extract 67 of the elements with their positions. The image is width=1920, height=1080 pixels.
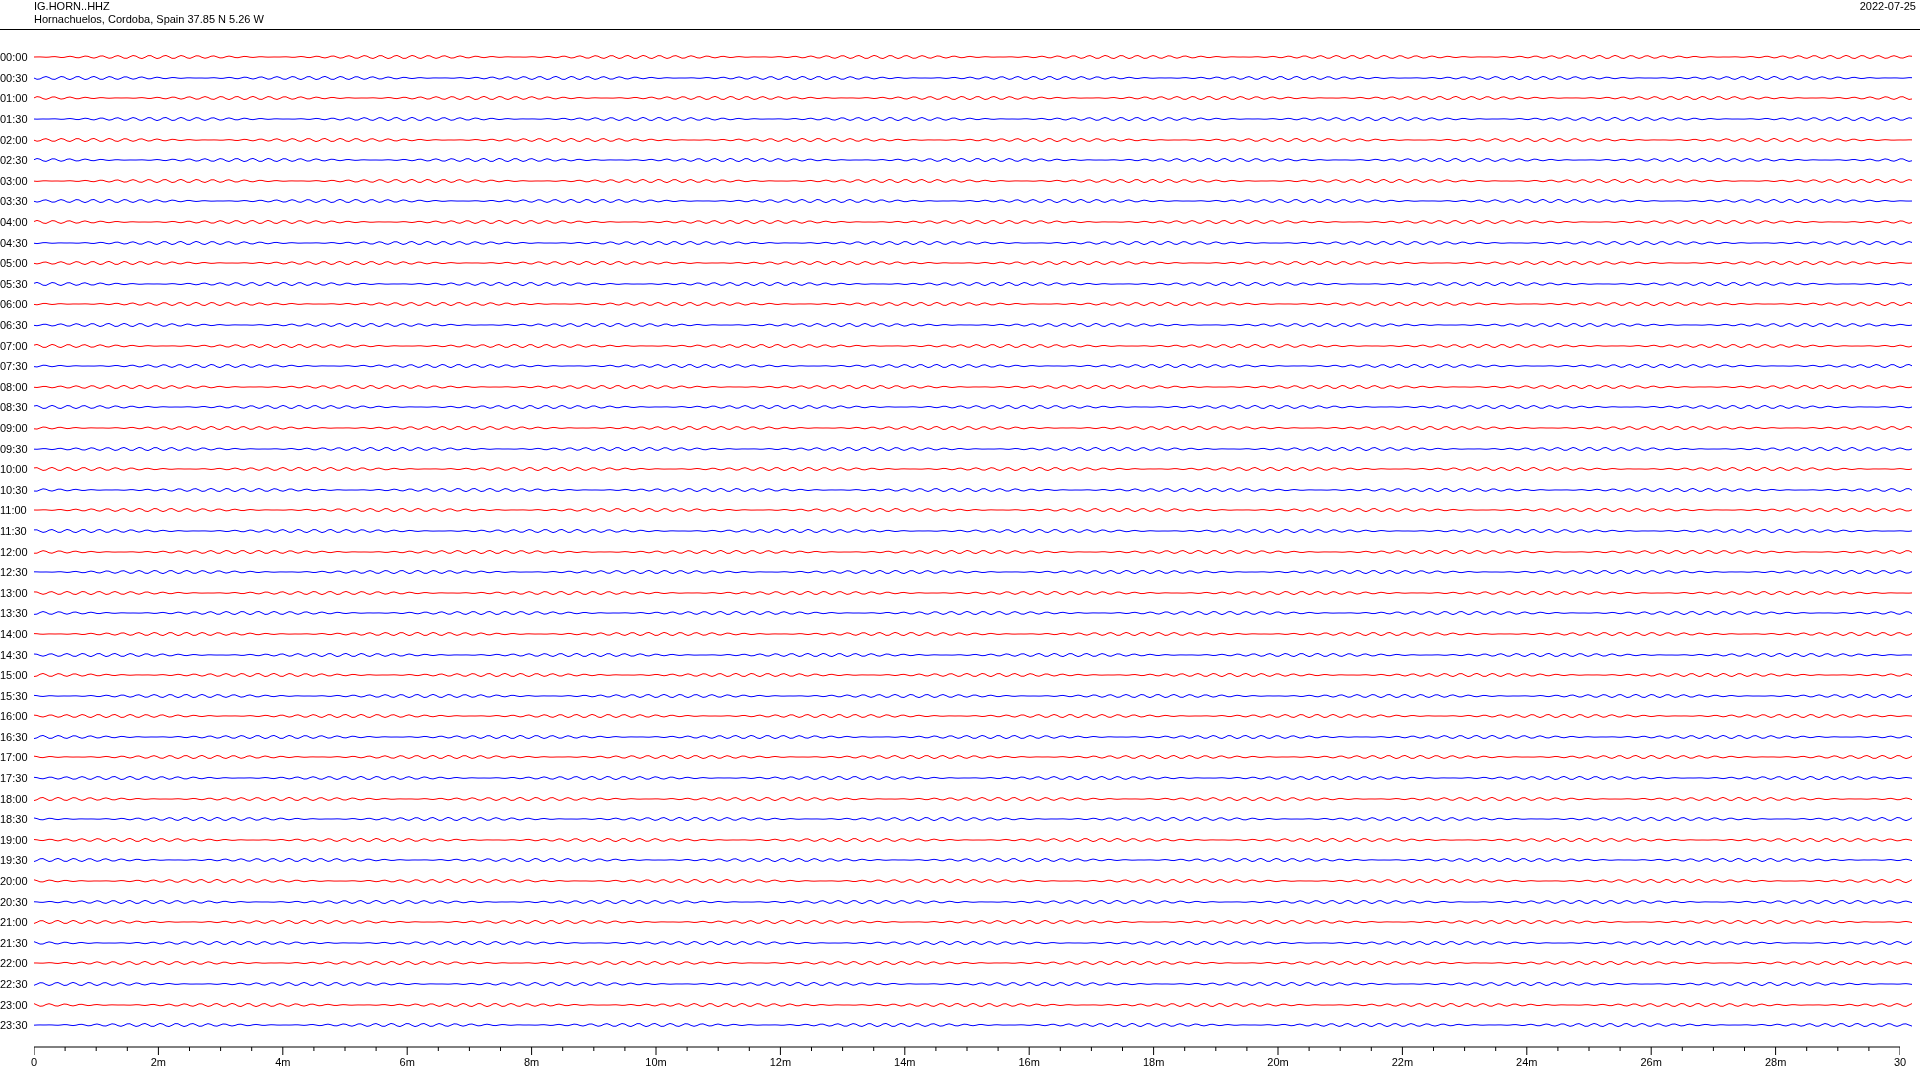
axis-tick-label: 20m	[1267, 1055, 1289, 1068]
axis-tick-label: 12m	[769, 1055, 792, 1068]
time-label: 10:00	[0, 463, 29, 476]
axis-tick-label: 8m	[523, 1055, 540, 1068]
time-label: 03:00	[0, 174, 29, 187]
time-label: 01:30	[0, 113, 29, 126]
time-label: 06:00	[0, 298, 29, 311]
time-label: 00:30	[0, 71, 29, 84]
time-label: 05:30	[0, 277, 29, 290]
time-label: 20:30	[0, 895, 29, 908]
time-label: 23:00	[0, 998, 29, 1011]
time-label: 07:30	[0, 360, 29, 373]
time-label: 16:30	[0, 730, 29, 743]
time-label: 17:30	[0, 772, 29, 785]
axis-tick-label: 6m	[399, 1055, 415, 1068]
time-label: 15:30	[0, 689, 29, 702]
time-label: 19:30	[0, 854, 29, 867]
time-label: 04:30	[0, 236, 29, 249]
axis-tick-label: 16m	[1018, 1055, 1040, 1068]
time-label: 12:30	[0, 566, 29, 579]
time-label: 21:30	[0, 936, 29, 949]
time-label: 14:00	[0, 627, 29, 640]
axis-tick-label: 24m	[1516, 1055, 1538, 1068]
time-label: 21:00	[0, 916, 29, 929]
station-location: Hornachuelos, Cordoba, Spain 37.85 N 5.26 W	[34, 13, 264, 26]
time-label: 07:00	[0, 339, 29, 352]
time-label: 03:30	[0, 195, 29, 208]
time-label: 11:30	[0, 524, 28, 537]
time-label: 12:00	[0, 545, 29, 558]
time-label: 18:30	[0, 813, 29, 826]
time-label: 19:00	[0, 833, 29, 846]
axis-tick-label: 4m	[275, 1055, 291, 1068]
time-label: 15:00	[0, 669, 29, 682]
time-label: 14:30	[0, 648, 29, 661]
time-label: 09:30	[0, 442, 29, 455]
time-label: 23:30	[0, 1019, 29, 1032]
plot-date: 2022-07-25	[1859, 0, 1916, 14]
time-label: 10:30	[0, 483, 29, 496]
time-label: 18:00	[0, 792, 29, 805]
time-label: 09:00	[0, 422, 29, 434]
axis-tick-label: 14m	[894, 1055, 916, 1068]
time-label: 17:00	[0, 751, 29, 764]
time-label: 00:00	[0, 51, 29, 64]
station-code: IG.HORN..HHZ	[34, 0, 111, 13]
time-label: 05:00	[0, 257, 29, 270]
time-label: 13:00	[0, 586, 29, 599]
axis-tick-label: 10m	[645, 1055, 667, 1068]
axis-tick-label: 26m	[1640, 1055, 1662, 1068]
time-label: 22:00	[0, 957, 29, 970]
time-label: 08:30	[0, 401, 29, 414]
time-label: 02:00	[0, 133, 29, 146]
time-label: 20:00	[0, 875, 29, 888]
time-label: 02:30	[0, 154, 29, 167]
axis-tick-label: 18m	[1142, 1055, 1165, 1068]
time-label: 01:00	[0, 92, 29, 105]
axis-tick-label: 0	[30, 1055, 38, 1068]
time-label: 13:30	[0, 607, 29, 620]
time-label: 11:00	[0, 504, 28, 517]
axis-tick-label: 28m	[1764, 1055, 1787, 1068]
axis-tick-label: 22m	[1391, 1055, 1414, 1068]
time-label: 06:30	[0, 319, 29, 331]
time-label: 08:00	[0, 380, 29, 393]
axis-tick-label: 30	[1893, 1055, 1907, 1068]
axis-tick-label: 2m	[150, 1055, 167, 1068]
time-label: 04:00	[0, 216, 29, 229]
time-label: 16:00	[0, 710, 29, 723]
time-label: 22:30	[0, 978, 29, 990]
